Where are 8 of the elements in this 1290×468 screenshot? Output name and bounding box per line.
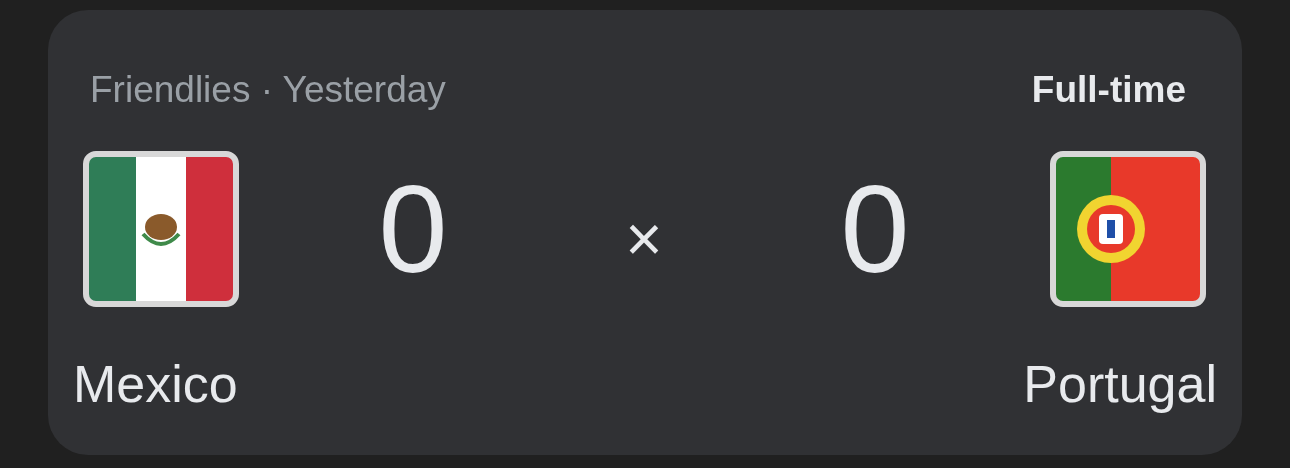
home-score: 0 <box>377 167 449 291</box>
home-team-name: Mexico <box>73 358 238 410</box>
away-score: 0 <box>839 167 911 291</box>
match-status: Full-time <box>1031 70 1186 108</box>
competition-label: Friendlies · Yesterday <box>90 70 446 108</box>
separator-icon: × <box>513 207 775 271</box>
flag-icon <box>82 150 240 308</box>
flag-icon <box>1049 150 1207 308</box>
